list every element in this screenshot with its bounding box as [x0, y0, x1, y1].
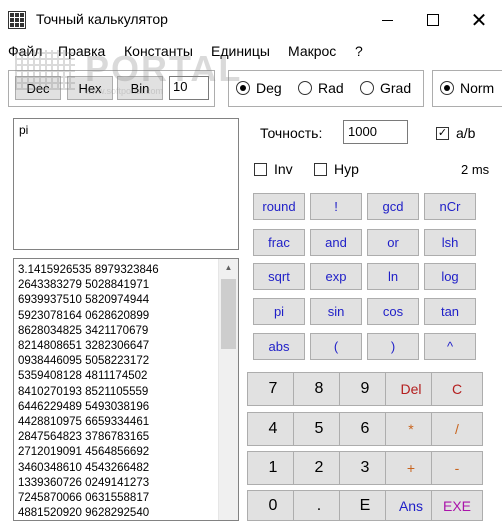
hyp-label: Hyp: [334, 161, 359, 177]
keypad-button[interactable]: E: [339, 490, 391, 521]
keypad-button[interactable]: 7: [247, 372, 299, 406]
function-button[interactable]: gcd: [367, 193, 419, 220]
dec-button[interactable]: Dec: [15, 76, 61, 100]
keypad-button[interactable]: 2: [293, 451, 345, 485]
menu-macro[interactable]: Макрос: [288, 43, 336, 59]
result-line: 3.1415926535 8979323846: [18, 264, 159, 276]
function-button[interactable]: !: [310, 193, 362, 220]
keypad-button[interactable]: 8: [293, 372, 345, 406]
close-button[interactable]: ✕: [456, 0, 502, 40]
hex-button[interactable]: Hex: [67, 76, 113, 100]
result-line: 2847564823 3786783165: [18, 431, 150, 444]
function-button[interactable]: sin: [310, 298, 362, 325]
menu-file[interactable]: Файл: [8, 43, 42, 59]
function-button[interactable]: ln: [367, 263, 419, 290]
keypad-button[interactable]: C: [431, 372, 483, 406]
radix-input[interactable]: 10: [169, 76, 209, 100]
keypad-button[interactable]: 4: [247, 412, 299, 446]
result-line: 3460348610 4543266482: [18, 461, 150, 474]
inv-checkbox[interactable]: [254, 163, 267, 176]
window-title: Точный калькулятор: [36, 11, 168, 27]
function-button[interactable]: ): [367, 333, 419, 360]
menu-constants[interactable]: Константы: [124, 43, 193, 59]
function-button[interactable]: sqrt: [253, 263, 305, 290]
deg-radio[interactable]: [236, 81, 250, 95]
result-text: 3.1415926535 8979323846 2643383279 502884…: [18, 263, 216, 520]
check-mark-icon: ✓: [437, 127, 448, 139]
timing-label: 2 ms: [461, 162, 490, 177]
result-line: 8410270193 8521105559: [18, 385, 149, 398]
scroll-up-arrow-icon[interactable]: ▲: [219, 259, 238, 276]
deg-label: Deg: [256, 80, 282, 96]
minimize-button[interactable]: [364, 0, 410, 40]
function-button[interactable]: abs: [253, 333, 305, 360]
keypad-button[interactable]: +: [385, 451, 437, 485]
result-line: 0938446095 5058223172: [18, 355, 150, 368]
keypad-button[interactable]: 0: [247, 490, 299, 521]
result-line: 2643383279 5028841971: [18, 279, 150, 292]
expression-input[interactable]: pi: [13, 118, 239, 250]
result-line: 5923078164 0628620899: [18, 309, 150, 322]
keypad-button[interactable]: Del: [385, 372, 437, 406]
menu-bar: Файл Правка Константы Единицы Макрос ?: [0, 40, 502, 62]
title-bar: Точный калькулятор ✕: [0, 0, 502, 40]
result-scrollbar[interactable]: ▲: [218, 259, 238, 520]
keypad-button[interactable]: 6: [339, 412, 391, 446]
scroll-thumb[interactable]: [221, 279, 236, 349]
function-button[interactable]: nCr: [424, 193, 476, 220]
function-button[interactable]: (: [310, 333, 362, 360]
norm-radio[interactable]: [440, 81, 454, 95]
keypad-button[interactable]: .: [293, 490, 345, 521]
function-button[interactable]: ^: [424, 333, 476, 360]
function-button[interactable]: tan: [424, 298, 476, 325]
function-button[interactable]: pi: [253, 298, 305, 325]
maximize-button[interactable]: [410, 0, 456, 40]
keypad-button[interactable]: Ans: [385, 490, 437, 521]
result-line: 8628034825 3421170679: [18, 324, 149, 337]
result-line: 5359408128 4811174502: [18, 370, 148, 383]
keypad-button[interactable]: -: [431, 451, 483, 485]
keypad-button[interactable]: /: [431, 412, 483, 446]
function-button[interactable]: lsh: [424, 229, 476, 256]
result-line: 4428810975 6659334461: [18, 416, 150, 429]
hyp-checkbox[interactable]: [314, 163, 327, 176]
rad-radio[interactable]: [298, 81, 312, 95]
result-line: 4881520920 9628292540: [18, 507, 150, 520]
function-button[interactable]: or: [367, 229, 419, 256]
grad-label: Grad: [380, 80, 412, 96]
function-button[interactable]: log: [424, 263, 476, 290]
keypad-button[interactable]: *: [385, 412, 437, 446]
inv-label: Inv: [274, 161, 293, 177]
keypad-button[interactable]: 1: [247, 451, 299, 485]
norm-label: Norm: [460, 80, 495, 96]
function-button[interactable]: cos: [367, 298, 419, 325]
menu-help[interactable]: ?: [355, 43, 363, 59]
result-line: 8214808651 3282306647: [18, 340, 150, 353]
result-output[interactable]: 3.1415926535 8979323846 2643383279 502884…: [13, 258, 239, 521]
function-button[interactable]: round: [253, 193, 305, 220]
result-line: 6446229489 5493038196: [18, 400, 150, 413]
grad-radio[interactable]: [360, 81, 374, 95]
function-button[interactable]: exp: [310, 263, 362, 290]
result-line: 1339360726 0249141273: [18, 476, 150, 489]
keypad-button[interactable]: 9: [339, 372, 391, 406]
precision-input[interactable]: 1000: [343, 120, 408, 144]
keypad-button[interactable]: EXE: [431, 490, 483, 521]
result-line: 2712019091 4564856692: [18, 446, 150, 459]
function-button[interactable]: and: [310, 229, 362, 256]
precision-label: Точность:: [260, 125, 323, 141]
result-line: 7245870066 0631558817: [18, 492, 150, 505]
keypad-button[interactable]: 5: [293, 412, 345, 446]
fraction-label: a/b: [456, 125, 476, 141]
menu-units[interactable]: Единицы: [211, 43, 270, 59]
keypad-button[interactable]: 3: [339, 451, 391, 485]
calculator-app-icon: [8, 11, 26, 29]
result-line: 6939937510 5820974944: [18, 294, 150, 307]
function-button[interactable]: frac: [253, 229, 305, 256]
rad-label: Rad: [318, 80, 344, 96]
fraction-checkbox[interactable]: ✓: [436, 127, 449, 140]
bin-button[interactable]: Bin: [117, 76, 163, 100]
menu-edit[interactable]: Правка: [58, 43, 105, 59]
